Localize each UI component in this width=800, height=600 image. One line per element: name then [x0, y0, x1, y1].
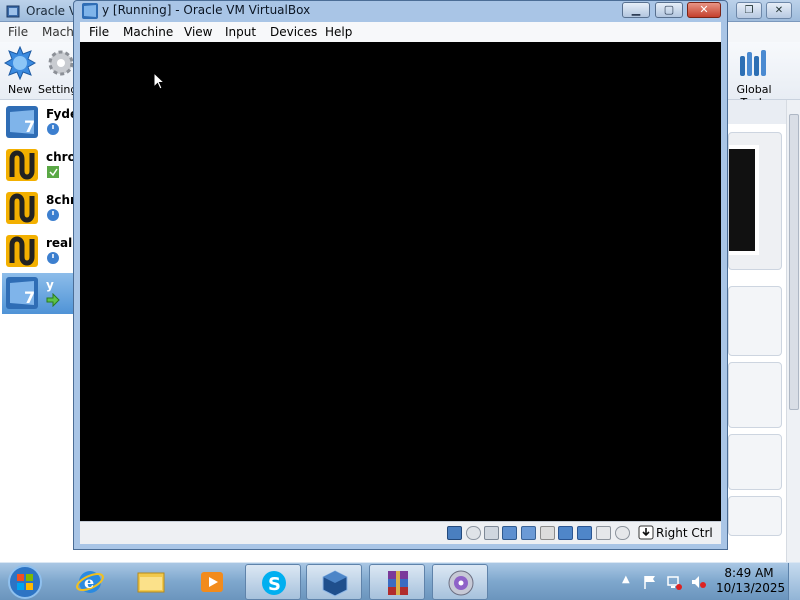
- action-center-flag-icon[interactable]: [642, 574, 658, 590]
- svg-text:S: S: [268, 574, 281, 595]
- video-capture-icon[interactable]: [577, 526, 592, 540]
- taskbar-winrar[interactable]: [369, 564, 425, 600]
- global-tools-button[interactable]: Global Tools: [722, 44, 786, 109]
- windows-7-icon: 7: [6, 106, 38, 138]
- tools-icon: [740, 50, 766, 76]
- new-button[interactable]: New: [0, 44, 40, 98]
- clock[interactable]: 8:49 AM 10/13/2025: [716, 566, 786, 596]
- display-icon[interactable]: [558, 526, 573, 540]
- virtualbox-icon: [6, 5, 20, 18]
- menu-help[interactable]: Help: [325, 25, 352, 39]
- menu-file[interactable]: File: [89, 25, 109, 39]
- taskbar-media-player[interactable]: [184, 564, 240, 600]
- saved-state-icon: [47, 166, 59, 178]
- svg-text:7: 7: [24, 117, 35, 136]
- shared-folders-icon[interactable]: [540, 526, 555, 540]
- clock-time: 8:49 AM: [724, 566, 774, 580]
- gear-icon: [48, 50, 74, 76]
- vm-list: 7 Fyde chro 8chr real 7 y: [0, 100, 78, 562]
- vm-list-item-chro[interactable]: chro: [2, 145, 76, 186]
- clock-date: 10/13/2025: [716, 581, 786, 595]
- show-desktop-button[interactable]: [788, 563, 800, 600]
- vm-list-item-real[interactable]: real: [2, 231, 74, 272]
- audio-icon[interactable]: [484, 526, 499, 540]
- manager-menu-file[interactable]: File: [8, 25, 28, 39]
- taskbar-windows-explorer[interactable]: [123, 564, 179, 600]
- internet-explorer-icon: e: [76, 571, 104, 593]
- start-button[interactable]: [5, 564, 45, 600]
- details-section: [728, 286, 782, 356]
- network-icon[interactable]: [502, 526, 517, 540]
- system-tray: ▲ 8:49 AM 10/13/2025: [618, 563, 800, 600]
- scrollbar-thumb[interactable]: [789, 114, 799, 410]
- vm-list-item-8chr[interactable]: 8chr: [2, 188, 76, 229]
- powered-off-icon: [47, 123, 59, 135]
- details-section: [728, 362, 782, 428]
- linux-icon: [6, 192, 38, 224]
- vm-status-bar: Right Ctrl: [80, 521, 721, 544]
- svg-text:e: e: [84, 573, 94, 592]
- svg-text:7: 7: [24, 288, 35, 307]
- menu-view[interactable]: View: [184, 25, 212, 39]
- linux-icon: [6, 149, 38, 181]
- taskbar-virtualbox[interactable]: [306, 564, 362, 600]
- taskbar-dvd-player[interactable]: [432, 564, 488, 600]
- running-arrow-icon: [46, 293, 60, 307]
- vm-name: chro: [46, 150, 76, 164]
- manager-close-button[interactable]: ✕: [766, 2, 792, 19]
- usb-icon[interactable]: [521, 526, 536, 540]
- show-hidden-icons-icon[interactable]: ▲: [622, 574, 630, 585]
- maximize-button[interactable]: ▢: [655, 2, 683, 18]
- vm-name: y: [46, 278, 54, 292]
- manager-restore-button[interactable]: ❐: [736, 2, 762, 19]
- dvd-player-icon: [448, 570, 474, 596]
- linux-icon: [6, 235, 38, 267]
- vm-window: y [Running] - Oracle VM VirtualBox ▁ ▢ ✕…: [73, 0, 728, 550]
- network-status-icon[interactable]: [666, 574, 682, 590]
- details-scrollbar[interactable]: [786, 100, 800, 562]
- powered-off-icon: [47, 209, 59, 221]
- cpu-icon[interactable]: [596, 526, 611, 540]
- preview-panel: [728, 132, 782, 270]
- mouse-integration-icon[interactable]: [615, 526, 630, 540]
- host-key-icon: [638, 525, 654, 540]
- menu-machine[interactable]: Machine: [123, 25, 173, 39]
- windows-7-icon: 7: [6, 277, 38, 309]
- taskbar: e S ▲ 8:49 AM 10/13/2025: [0, 562, 800, 600]
- optical-drive-icon[interactable]: [466, 526, 481, 540]
- manager-details-pane: [726, 100, 800, 562]
- vm-name: real: [46, 236, 73, 250]
- mouse-pointer-icon: [153, 72, 165, 90]
- vm-display[interactable]: [80, 42, 721, 521]
- vm-menu-bar: File Machine View Input Devices Help: [80, 22, 721, 42]
- host-key-label: Right Ctrl: [656, 526, 713, 540]
- vm-window-title: y [Running] - Oracle VM VirtualBox: [102, 3, 311, 17]
- skype-icon: S: [262, 571, 286, 595]
- minimize-button[interactable]: ▁: [622, 2, 650, 18]
- volume-muted-icon[interactable]: [690, 574, 706, 590]
- menu-input[interactable]: Input: [225, 25, 256, 39]
- taskbar-internet-explorer[interactable]: e: [62, 564, 118, 600]
- details-section: [728, 496, 782, 536]
- vm-list-item-y[interactable]: 7 y: [2, 273, 74, 314]
- details-section: [728, 434, 782, 490]
- virtualbox-icon: [322, 570, 348, 597]
- hard-disk-icon[interactable]: [447, 526, 462, 540]
- new-machine-icon: [4, 46, 36, 80]
- taskbar-skype[interactable]: S: [245, 564, 301, 600]
- close-button[interactable]: ✕: [687, 2, 721, 18]
- media-player-icon: [201, 572, 223, 592]
- menu-devices[interactable]: Devices: [270, 25, 317, 39]
- vm-list-item-fyde[interactable]: 7 Fyde: [2, 102, 78, 143]
- preview-screen: [729, 145, 759, 255]
- windows-7-icon: [82, 3, 98, 19]
- powered-off-icon: [47, 252, 59, 264]
- vm-name: 8chr: [46, 193, 76, 207]
- vm-title-bar[interactable]: y [Running] - Oracle VM VirtualBox ▁ ▢ ✕: [74, 1, 727, 22]
- windows-explorer-icon: [137, 572, 165, 593]
- winrar-icon: [388, 571, 408, 595]
